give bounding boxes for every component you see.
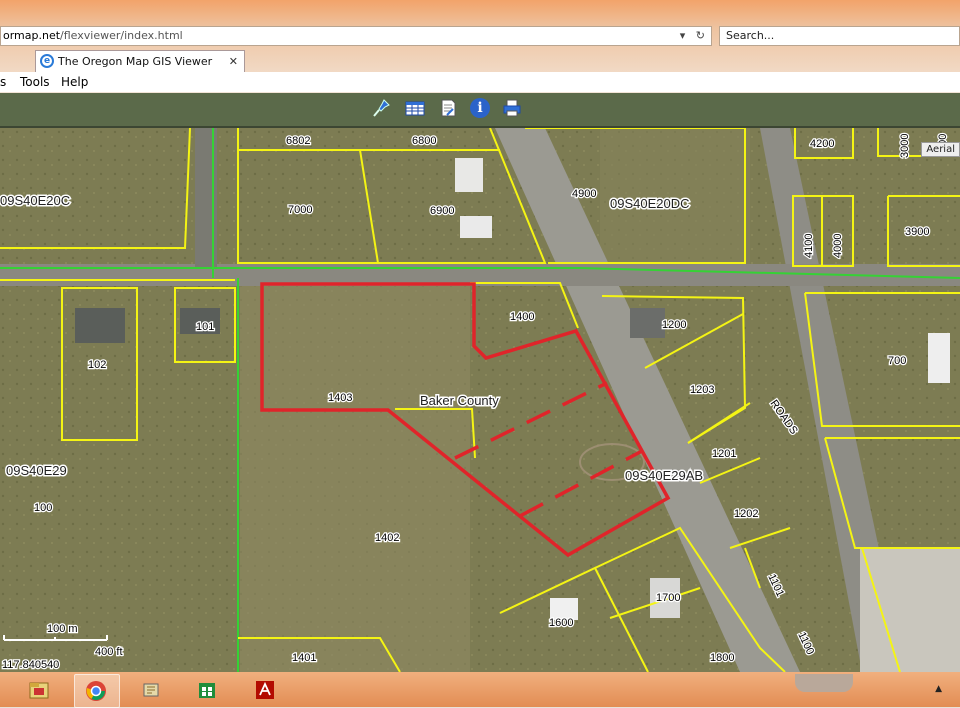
address-host: ormap.net [3,29,61,42]
lot-paved [860,548,960,672]
dry-field [240,278,470,672]
parcel-number: 1800 [710,652,734,664]
tab-oregon-map[interactable]: e The Oregon Map GIS Viewer ✕ [35,50,245,72]
search-input[interactable]: Search... [719,26,960,46]
parcel-number: 1400 [510,311,534,323]
parcel-number: 1200 [662,319,686,331]
building [460,216,492,238]
parcel-number: 102 [88,359,106,371]
menu-item-tools[interactable]: Tools [20,72,50,92]
print-icon[interactable] [501,97,523,119]
address-path: /flexviewer/index.html [60,29,183,42]
parcel-number: 1600 [549,617,573,629]
parcel-number: 6800 [412,135,436,147]
coordinate-readout: 117.840540 [2,659,59,671]
browser-chrome: ormap.net/flexviewer/index.html ▾ ↻ Sear… [0,0,960,93]
address-controls: ▾ ↻ [680,27,705,45]
media-icon[interactable] [130,674,174,706]
county-label: Baker County [420,393,499,408]
ie-icon: e [40,54,54,68]
parcel-number: 3900 [905,226,929,238]
parcel-number: 7000 [288,204,312,216]
map-canvas[interactable]: 09S40E20C 09S40E20DC 09S40E29 09S40E29AB… [0,128,960,672]
parcel-number: 1402 [375,532,399,544]
parcel-number: 1202 [734,508,758,520]
pushpin-icon[interactable] [370,97,392,119]
parcel-number: 6802 [286,135,310,147]
map-toolbar: i [0,93,960,128]
parcel-number: 1201 [712,448,736,460]
parcel-number: 6900 [430,205,454,217]
dropdown-icon[interactable]: ▾ [680,29,686,42]
section-label: 09S40E20DC [610,196,690,211]
scale-imperial: 400 ft [95,646,123,658]
building [630,308,665,338]
chevron-up-icon[interactable]: ▲ [935,684,942,694]
close-icon[interactable]: ✕ [229,51,238,72]
section-label: 09S40E20C [0,193,70,208]
parcel-number: 101 [196,321,214,333]
acrobat-icon[interactable] [244,674,288,706]
building [928,333,950,383]
scale-metric: 100 m [47,623,78,635]
file-manager-icon[interactable] [18,674,62,706]
parcel-number: 4000 [832,234,844,258]
store-icon[interactable] [186,674,230,706]
parcel-number: 1401 [292,652,316,664]
section-label: 09S40E29 [6,463,67,478]
section-label: 09S40E29AB [625,468,703,483]
parcel-number: 3000 [899,134,911,158]
parcel-number: 1700 [656,592,680,604]
menu-bar: s Tools Help [0,72,960,92]
building [455,158,483,192]
refresh-icon[interactable]: ↻ [696,29,705,42]
tray-item[interactable] [795,674,853,692]
aerial-toggle[interactable]: Aerial [921,142,960,157]
tab-title: The Oregon Map GIS Viewer [58,55,213,68]
parcel-number: 1403 [328,392,352,404]
parcel-number: 700 [888,355,906,367]
parcel-number: 100 [34,502,52,514]
info-icon[interactable]: i [470,98,490,118]
taskbar: ▲ [0,672,960,708]
address-bar[interactable]: ormap.net/flexviewer/index.html ▾ ↻ [0,26,712,46]
chrome-icon[interactable] [74,674,120,708]
building [75,308,125,343]
parcel-number: 4900 [572,188,596,200]
menu-item-help[interactable]: Help [61,72,88,92]
table-icon[interactable] [404,97,426,119]
aerial-map[interactable]: 09S40E20C 09S40E20DC 09S40E29 09S40E29AB… [0,128,960,672]
parcel-number: 4100 [803,234,815,258]
parcel-number: 4200 [810,138,834,150]
menu-item-s[interactable]: s [0,72,6,92]
parcel-number: 1203 [690,384,714,396]
note-icon[interactable] [437,97,459,119]
